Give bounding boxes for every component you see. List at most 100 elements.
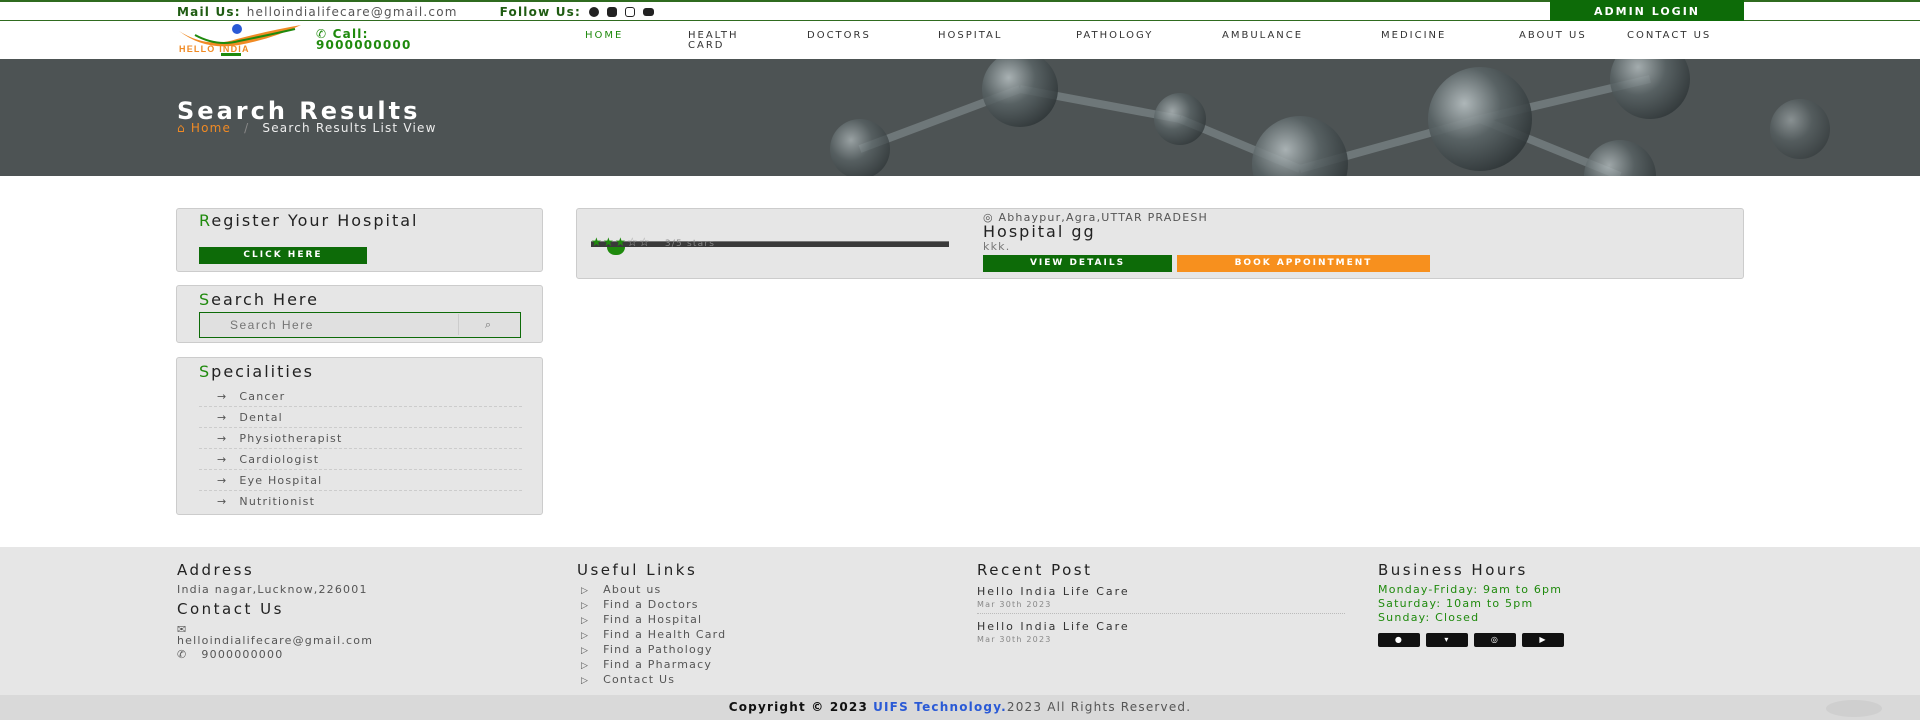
footer-links-col: Useful Links ▷ About us ▷ Find a Doctors ▷…	[577, 561, 907, 688]
search-input[interactable]	[200, 313, 450, 336]
twitter-icon[interactable]: ▾	[1426, 633, 1468, 647]
breadcrumb-home[interactable]: ⌂ Home	[177, 121, 231, 135]
contact-email[interactable]: ✉ helloindialifecare@gmail.com	[177, 624, 507, 646]
twitter-icon[interactable]	[607, 7, 618, 17]
result-card: ★★★☆☆ 3/5 stars ◎ Abhaypur,Agra,UTTAR PRA…	[576, 208, 1744, 279]
speciality-eye-hospital[interactable]: → Eye Hospital	[199, 470, 522, 491]
nav-health-card[interactable]: HEALTH CARD	[688, 31, 774, 51]
search-title: Search Here	[199, 290, 319, 309]
hospital-name[interactable]: Hospital gg	[983, 222, 1096, 241]
footer-hours-col: Business Hours Monday-Friday: 9am to 6pm…	[1378, 561, 1708, 647]
footer-link-pathology[interactable]: ▷ Find a Pathology	[577, 643, 907, 658]
footer: Address India nagar,Lucknow,226001 Conta…	[0, 547, 1920, 695]
star-filled-icon: ★	[614, 235, 627, 249]
footer-link-health-card[interactable]: ▷ Find a Health Card	[577, 628, 907, 643]
arrow-right-icon: →	[217, 411, 228, 424]
logo-text: HELLO INDIA	[179, 44, 250, 54]
copyright-suffix: 2023 All Rights Reserved.	[1006, 700, 1192, 714]
post-date: Mar 30th 2023	[977, 600, 1052, 609]
youtube-icon[interactable]	[643, 8, 655, 16]
footer-link-doctors[interactable]: ▷ Find a Doctors	[577, 598, 907, 613]
facebook-icon[interactable]: ●	[1378, 633, 1420, 647]
follow-label: Follow Us:	[499, 5, 582, 19]
nav-home[interactable]: HOME	[585, 31, 658, 51]
speciality-cancer[interactable]: → Cancer	[199, 386, 522, 407]
rating-stars: ★★★☆☆ 3/5 stars	[591, 235, 715, 249]
top-bar: Mail Us: helloindialifecare@gmail.com Fo…	[0, 0, 1920, 23]
triangle-right-icon: ▷	[581, 646, 590, 656]
copyright-prefix: Copyright © 2023	[728, 700, 869, 714]
hours-sunday: Sunday: Closed	[1378, 611, 1480, 624]
nav-pathology[interactable]: PATHOLOGY	[1076, 31, 1186, 51]
hours-saturday: Saturday: 10am to 5pm	[1378, 597, 1534, 610]
register-title: Register Your Hospital	[199, 211, 419, 230]
hours-weekdays: Monday-Friday: 9am to 6pm	[1378, 583, 1563, 596]
footer-address-col: Address India nagar,Lucknow,226001 Conta…	[177, 561, 507, 662]
post-title: Hello India Life Care	[977, 585, 1130, 598]
breadcrumb-separator: /	[244, 121, 250, 135]
main-navbar: HELLO INDIA ✆ Call: 9000000000 HOME HEAL…	[0, 21, 1920, 59]
nav-about-us[interactable]: ABOUT US	[1519, 31, 1589, 51]
nav-medicine[interactable]: MEDICINE	[1381, 31, 1485, 51]
speciality-cardiologist[interactable]: → Cardiologist	[199, 449, 522, 470]
triangle-right-icon: ▷	[581, 676, 590, 686]
triangle-right-icon: ▷	[581, 616, 590, 626]
footer-social: ● ▾ ◎ ▶	[1378, 633, 1708, 647]
footer-link-pharmacy[interactable]: ▷ Find a Pharmacy	[577, 658, 907, 673]
specialities-list: → Cancer → Dental → Physiotherapist → Cardio…	[199, 386, 522, 512]
search-icon[interactable]: ⌕	[458, 314, 518, 335]
copyright-bar: Copyright © 2023 UIFS Technology.2023 Al…	[0, 695, 1920, 720]
youtube-icon[interactable]: ▶	[1522, 633, 1564, 647]
call-info: ✆ Call: 9000000000	[316, 28, 412, 51]
speciality-dental[interactable]: → Dental	[199, 407, 522, 428]
click-here-button[interactable]: CLICK HERE	[199, 247, 367, 264]
mail-label: Mail Us:	[177, 5, 241, 19]
footer-link-contact[interactable]: ▷ Contact Us	[577, 673, 907, 688]
call-number[interactable]: 9000000000	[316, 39, 412, 51]
triangle-right-icon: ▷	[581, 601, 590, 611]
book-appointment-button[interactable]: BOOK APPOINTMENT	[1177, 255, 1430, 272]
useful-links-list: ▷ About us ▷ Find a Doctors ▷ Find a Hospit…	[577, 583, 907, 688]
mail-value[interactable]: helloindialifecare@gmail.com	[247, 5, 458, 19]
star-filled-icon: ★	[602, 235, 615, 249]
footer-link-about[interactable]: ▷ About us	[577, 583, 907, 598]
speciality-physiotherapist[interactable]: → Physiotherapist	[199, 428, 522, 449]
nav-doctors[interactable]: DOCTORS	[807, 31, 904, 51]
recent-post[interactable]: Hello India Life Care Mar 30th 2023	[977, 620, 1345, 648]
nav-hospital[interactable]: HOSPITAL	[938, 31, 1034, 51]
instagram-icon[interactable]: ◎	[1474, 633, 1516, 647]
nav-ambulance[interactable]: AMBULANCE	[1222, 31, 1345, 51]
star-empty-icon: ☆	[638, 235, 651, 249]
address-text: India nagar,Lucknow,226001	[177, 583, 368, 596]
recent-post-title: Recent Post	[977, 561, 1093, 579]
breadcrumb-current: Search Results List View	[262, 121, 437, 135]
nav-contact-us[interactable]: CONTACT US	[1627, 31, 1717, 51]
arrow-right-icon: →	[217, 390, 228, 403]
useful-links-title: Useful Links	[577, 561, 698, 579]
company-link[interactable]: UIFS Technology.	[873, 700, 1007, 714]
footer-link-hospital[interactable]: ▷ Find a Hospital	[577, 613, 907, 628]
footer-recent-col: Recent Post Hello India Life Care Mar 30…	[977, 561, 1357, 648]
nav-menu: HOME HEALTH CARD DOCTORS HOSPITAL PATHOL…	[585, 31, 1717, 51]
star-filled-icon: ★	[591, 235, 603, 249]
instagram-icon[interactable]	[625, 7, 636, 17]
logo[interactable]: HELLO INDIA	[177, 23, 303, 57]
back-to-top-button[interactable]	[1826, 700, 1882, 717]
follow-us: Follow Us:	[499, 5, 655, 19]
hospital-description: kkk.	[983, 240, 1011, 253]
arrow-right-icon: →	[217, 453, 228, 466]
contact-title: Contact Us	[177, 600, 284, 618]
star-empty-icon: ☆	[626, 235, 639, 249]
contact-phone[interactable]: ✆ 9000000000	[177, 648, 507, 662]
search-box: ⌕	[199, 312, 521, 338]
facebook-icon[interactable]	[589, 7, 600, 17]
register-hospital-card: Register Your Hospital CLICK HERE	[176, 208, 543, 272]
arrow-right-icon: →	[217, 474, 228, 487]
recent-post[interactable]: Hello India Life Care Mar 30th 2023	[977, 585, 1345, 614]
view-details-button[interactable]: VIEW DETAILS	[983, 255, 1172, 272]
page-hero: Search Results ⌂ Home / Search Results L…	[0, 59, 1920, 176]
admin-login-button[interactable]: ADMIN LOGIN	[1550, 0, 1744, 23]
rating-label: 3/5 stars	[664, 239, 716, 249]
speciality-nutritionist[interactable]: → Nutritionist	[199, 491, 522, 512]
triangle-right-icon: ▷	[581, 586, 590, 596]
